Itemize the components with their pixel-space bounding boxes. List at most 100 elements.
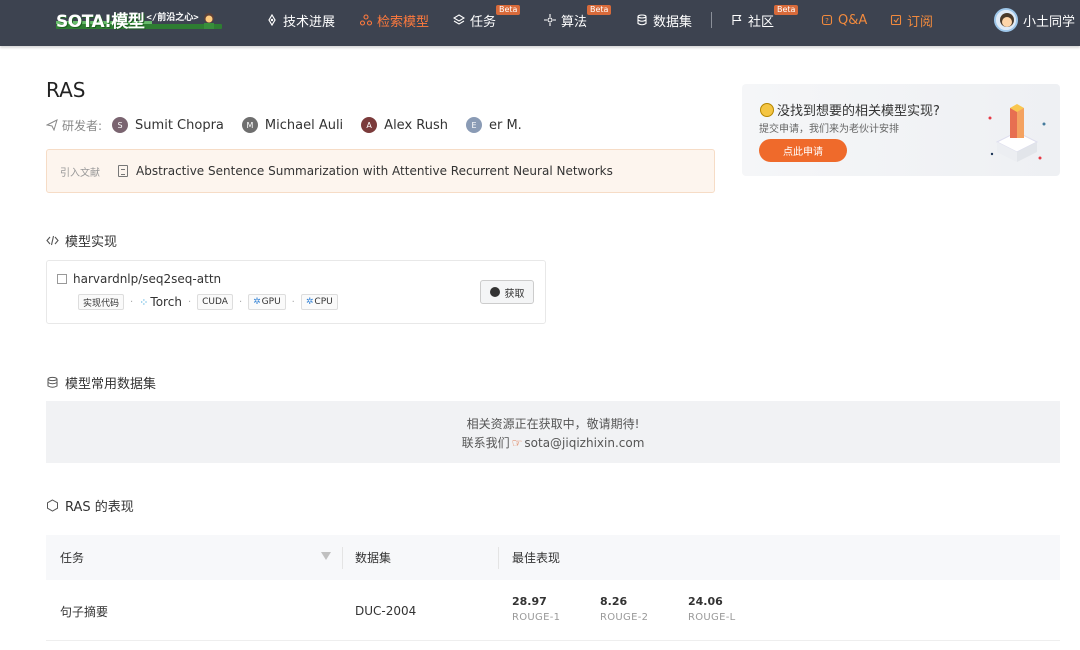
nav-label: Q&A bbox=[838, 12, 868, 28]
author-avatar: S bbox=[112, 117, 129, 133]
avatar-icon bbox=[996, 10, 1016, 30]
repo-link[interactable]: harvardnlp/seq2seq-attn bbox=[73, 272, 221, 286]
nav-label: 订阅 bbox=[907, 14, 934, 30]
chip-icon: ✲ bbox=[253, 297, 261, 307]
gpu-tag: ✲ GPU bbox=[248, 294, 286, 310]
nav-qa[interactable]: ? Q&A bbox=[821, 0, 867, 40]
nav-tech-progress[interactable]: 技术进展 bbox=[266, 0, 335, 40]
citation-label: 引入文献 bbox=[60, 167, 100, 179]
author-item[interactable]: A Alex Rush bbox=[361, 117, 448, 133]
user-name[interactable]: 小土同学 bbox=[1023, 0, 1075, 40]
column-header-task: 任务 bbox=[60, 551, 85, 565]
datasets-placeholder: 相关资源正在获取中，敬请期待! 联系我们 ☞ sota@jiqizhixin.com bbox=[46, 401, 1060, 463]
dataset-cell[interactable]: DUC-2004 bbox=[355, 581, 416, 641]
contact-email[interactable]: sota@jiqizhixin.com bbox=[524, 436, 644, 450]
separator-dot: · bbox=[291, 296, 295, 308]
datasets-section-title: 模型常用数据集 bbox=[46, 373, 156, 392]
site-logo[interactable]: SOTA!模型 </前沿之心> bbox=[56, 8, 199, 32]
user-avatar[interactable] bbox=[994, 8, 1018, 32]
column-divider bbox=[342, 547, 343, 569]
author-avatar: E bbox=[465, 117, 482, 133]
author-name: er M. bbox=[488, 117, 522, 133]
cuda-tag: CUDA bbox=[197, 294, 233, 310]
nav-label: 任务 bbox=[470, 14, 497, 30]
algorithm-icon bbox=[544, 14, 556, 26]
citation-box: 引入文献 Abstractive Sentence Summarization … bbox=[46, 149, 715, 193]
repo-name[interactable]: harvardnlp/seq2seq-attn bbox=[57, 272, 221, 286]
layers-icon bbox=[453, 14, 465, 25]
get-code-button[interactable]: 获取 bbox=[480, 280, 534, 304]
request-model-banner: 没找到想要的相关模型实现? 提交申请，我们来为老伙计安排 点此申请 bbox=[742, 84, 1060, 176]
rocket-icon bbox=[268, 14, 276, 26]
task-cell[interactable]: 句子摘要 bbox=[60, 581, 108, 641]
qa-icon: ? bbox=[821, 14, 833, 26]
code-icon bbox=[46, 235, 59, 246]
separator-dot: · bbox=[130, 296, 134, 308]
section-heading: RAS 的表现 bbox=[65, 500, 134, 515]
nav-search-models[interactable]: 检索模型 bbox=[360, 0, 429, 40]
contact-line: 联系我们 ☞ sota@jiqizhixin.com bbox=[46, 434, 1060, 451]
nav-label: 数据集 bbox=[653, 14, 693, 30]
implementation-section-title: 模型实现 bbox=[46, 231, 117, 250]
model-title: RAS bbox=[46, 78, 86, 102]
svg-text:?: ? bbox=[825, 17, 829, 25]
cpu-tag: ✲ CPU bbox=[300, 294, 338, 310]
subscribe-icon bbox=[890, 14, 902, 26]
logo-tagline: </前沿之心> bbox=[146, 12, 199, 23]
implementation-card: harvardnlp/seq2seq-attn 实现代码 · ⁘ Torch ·… bbox=[46, 260, 546, 324]
section-heading: 模型常用数据集 bbox=[65, 377, 157, 392]
metric-rouge-l: 24.06 ROUGE-L bbox=[688, 595, 736, 623]
authors-label: 研发者: bbox=[62, 118, 103, 133]
author-item[interactable]: S Sumit Chopra bbox=[112, 117, 224, 133]
contact-label: 联系我们 bbox=[461, 436, 510, 450]
author-avatar: M bbox=[241, 117, 258, 133]
torch-icon: ⁘ bbox=[139, 295, 149, 309]
nav-divider bbox=[711, 12, 712, 28]
author-name: Michael Auli bbox=[264, 117, 344, 133]
authors-row: 研发者: S Sumit Chopra M Michael Auli A Ale… bbox=[46, 115, 540, 135]
filter-icon[interactable] bbox=[321, 552, 331, 560]
metric-name: ROUGE-L bbox=[688, 612, 736, 623]
separator-dot: · bbox=[238, 296, 243, 308]
beta-badge: Beta bbox=[774, 5, 799, 15]
nav-datasets[interactable]: 数据集 bbox=[636, 0, 692, 40]
nav-label: 技术进展 bbox=[283, 14, 336, 30]
nav-algorithms[interactable]: 算法 bbox=[544, 0, 587, 40]
promo-subtitle: 提交申请，我们来为老伙计安排 bbox=[759, 124, 899, 135]
metric-value: 24.06 bbox=[688, 595, 723, 608]
promo-question: 没找到想要的相关模型实现? bbox=[760, 100, 940, 119]
metric-value: 8.26 bbox=[600, 595, 628, 608]
table-header: 任务 数据集 最佳表现 bbox=[46, 535, 1060, 580]
nav-subscribe[interactable]: 订阅 bbox=[890, 0, 933, 40]
cube-illustration-icon bbox=[988, 104, 1046, 162]
nav-label: 社区 bbox=[748, 14, 775, 30]
mascot-icon bbox=[204, 13, 214, 29]
author-avatar: A bbox=[361, 117, 378, 133]
nav-community[interactable]: 社区 bbox=[731, 0, 774, 40]
framework-tag: ⁘ Torch bbox=[139, 295, 182, 309]
network-icon bbox=[360, 14, 372, 26]
document-icon bbox=[118, 165, 128, 177]
citation-link[interactable]: Abstractive Sentence Summarization with … bbox=[136, 164, 613, 178]
nav-label: 算法 bbox=[561, 14, 588, 30]
nav-tasks[interactable]: 任务 bbox=[453, 0, 496, 40]
promo-question-text: 没找到想要的相关模型实现? bbox=[777, 104, 940, 119]
column-header-best: 最佳表现 bbox=[512, 551, 561, 565]
author-item[interactable]: M Michael Auli bbox=[241, 117, 344, 133]
column-header-dataset: 数据集 bbox=[355, 551, 392, 565]
pointing-hand-icon: ☞ bbox=[511, 436, 523, 450]
author-name: Sumit Chopra bbox=[135, 117, 224, 133]
beta-badge: Beta bbox=[496, 5, 521, 15]
author-item[interactable]: E er M. bbox=[465, 117, 522, 133]
logo-text: SOTA!模型 bbox=[56, 11, 145, 32]
beta-badge: Beta bbox=[587, 5, 612, 15]
smiley-icon bbox=[760, 102, 774, 117]
performance-section-title: RAS 的表现 bbox=[46, 496, 134, 515]
datasets-status: 相关资源正在获取中，敬请期待! bbox=[466, 417, 640, 431]
section-heading: 模型实现 bbox=[65, 235, 118, 250]
nav-label: 检索模型 bbox=[377, 14, 430, 30]
apply-button[interactable]: 点此申请 bbox=[759, 139, 847, 162]
implementation-tags: 实现代码 · ⁘ Torch · CUDA · ✲ GPU · ✲ CPU bbox=[78, 294, 338, 310]
chip-icon: ✲ bbox=[305, 297, 314, 307]
gpu-label: GPU bbox=[261, 297, 281, 307]
